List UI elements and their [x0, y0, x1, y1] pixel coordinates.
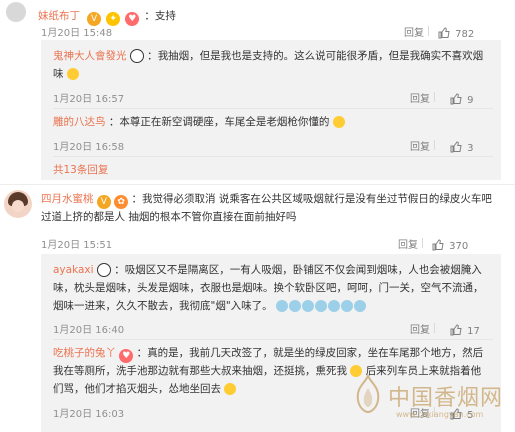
timestamp: 1月20日 16:57	[53, 94, 125, 105]
divider	[53, 339, 493, 340]
reply-text-line3: 烟味一进来，久久不散去，我彻底"烟"入味了。	[53, 298, 367, 314]
like-count: 370	[449, 241, 469, 252]
like-count: 9	[467, 95, 474, 106]
reply-text-cont: 烟味一进来，久久不散去，我彻底"烟"入味了。	[53, 300, 273, 312]
thumbs-up-icon	[450, 140, 462, 152]
like-count: 782	[455, 29, 475, 40]
reply-button[interactable]: 回复	[398, 236, 418, 251]
reply-text-cont: 们骂，他们才掐灭烟头，怂地坐回去	[53, 383, 221, 395]
like-button[interactable]: 17	[450, 319, 480, 338]
divider	[53, 108, 493, 109]
comment-body: 四月水蜜桃 V ✿ ：我觉得必须取消 说乘客在公共区域吸烟就行是没有坐过节假日的…	[41, 193, 492, 209]
heart-icon: ♥	[119, 349, 134, 363]
timestamp: 1月20日 16:03	[53, 409, 125, 420]
sweat-emoji-icon	[302, 300, 315, 312]
panda-icon	[129, 49, 144, 63]
vip-icon: V	[96, 195, 111, 209]
timestamp: 1月20日 16:40	[53, 325, 125, 336]
watermark-logo-icon	[356, 373, 380, 414]
sweat-emoji-icon	[341, 300, 354, 312]
thumbs-up-icon	[450, 92, 462, 104]
like-button[interactable]: 370	[432, 234, 468, 253]
avatar[interactable]	[6, 2, 26, 22]
reply-text: 真的是，我前几天改签了，就是坐的绿皮回家，坐在车尾那个地方，然后	[147, 347, 484, 359]
username-link[interactable]: ayakaxi	[53, 264, 94, 276]
comment-text-line2: 过道上挤的都是人 抽烟的根本不管你直接在面前抽好吗	[41, 211, 297, 223]
timestamp: 1月20日 15:51	[41, 240, 113, 251]
reply-text-line2: 味，枕头是烟味，头发是烟味，衣服也是烟味。换个软卧区吧，呵呵，门一关，空气不流通…	[53, 282, 484, 294]
divider	[53, 156, 493, 157]
divider	[0, 184, 515, 185]
reply-content: 雕的八达鸟 ：本尊正在新空调硬座，车尾全是老烟枪你懂的	[53, 114, 493, 130]
comment-header: 妹纸布丁 V ✦ ♥ ：支持	[38, 10, 176, 26]
username-link[interactable]: 鬼神大人會發光	[53, 50, 127, 62]
username-link[interactable]: 雕的八达鸟	[53, 116, 106, 128]
sweat-emoji-icon	[289, 300, 302, 312]
reply-text-line3: 们骂，他们才掐灭烟头，怂地坐回去	[53, 381, 237, 397]
thumbs-up-icon	[432, 238, 444, 250]
like-count: 17	[467, 326, 480, 337]
watermark	[352, 373, 384, 418]
username-link[interactable]: 吃桃子的兔丫	[53, 347, 116, 359]
reply-button[interactable]: 回复	[410, 321, 430, 336]
wink-emoji-icon	[332, 116, 345, 128]
username-link[interactable]: 四月水蜜桃	[41, 193, 94, 205]
sweat-emoji-icon	[328, 300, 341, 312]
reply-text: 本尊正在新空调硬座，车尾全是老烟枪你懂的	[119, 116, 330, 128]
watermark-url: www.cnxiangyan.com	[396, 410, 484, 419]
panda-icon	[96, 263, 111, 277]
laugh-emoji-icon	[66, 68, 79, 80]
reply-button[interactable]: 回复	[410, 90, 430, 105]
reply-button[interactable]: 回复	[410, 138, 430, 153]
reply-text-cont: 味	[53, 68, 64, 80]
flame-icon: ✿	[114, 195, 129, 209]
username-link[interactable]: 妹纸布丁	[38, 10, 80, 22]
watermark-text: 中国香烟网	[388, 386, 504, 411]
like-button[interactable]: 3	[450, 136, 473, 155]
timestamp: 1月20日 15:48	[41, 28, 113, 39]
heart-icon: ♥	[125, 12, 140, 26]
emoji-icon	[224, 383, 237, 395]
avatar[interactable]	[4, 190, 32, 218]
like-count: 3	[467, 143, 474, 154]
like-button[interactable]: 782	[438, 22, 474, 41]
reply-text-cont: 我在等厕所，洗手池那边就有那些大叔来抽烟，还挺挑，熏死我	[53, 365, 347, 377]
sweat-emoji-icon	[315, 300, 328, 312]
more-replies-link[interactable]: 共13条回复	[53, 162, 108, 177]
thumbs-up-icon	[438, 26, 450, 38]
comment-text: 我觉得必须取消 说乘客在公共区域吸烟就行是没有坐过节假日的绿皮火车吧	[142, 193, 492, 205]
sweat-emoji-icon	[276, 300, 289, 312]
like-button[interactable]: 9	[450, 88, 473, 107]
reply-button[interactable]: 回复	[404, 24, 424, 39]
reply-text: 吸烟区又不是隔离区，一有人吸烟，卧铺区不仅会闻到烟味，人也会被烟腌入	[124, 264, 482, 276]
reply-text-line2: 我在等厕所，洗手池那边就有那些大叔来抽烟，还挺挑，熏死我 后来列车员上来就指着他	[53, 363, 481, 379]
sweat-emoji-icon	[354, 300, 367, 312]
reply-content-line2: 味	[53, 66, 79, 82]
thumbs-up-icon	[450, 323, 462, 335]
timestamp: 1月20日 16:58	[53, 142, 125, 153]
reply-content: 吃桃子的兔丫 ♥ ：真的是，我前几天改签了，就是坐的绿皮回家，坐在车尾那个地方，…	[53, 347, 484, 363]
reply-text: 我抽烟，但是我也是支持的。这么说可能很矛盾，但是我确实不喜欢烟	[157, 50, 484, 62]
comment-text: 支持	[154, 10, 176, 22]
reply-content: 鬼神大人會發光 ：我抽烟，但是我也是支持的。这么说可能很矛盾，但是我确实不喜欢烟	[53, 49, 484, 63]
reply-content: ayakaxi ：吸烟区又不是隔离区，一有人吸烟，卧铺区不仅会闻到烟味，人也会被…	[53, 263, 482, 277]
